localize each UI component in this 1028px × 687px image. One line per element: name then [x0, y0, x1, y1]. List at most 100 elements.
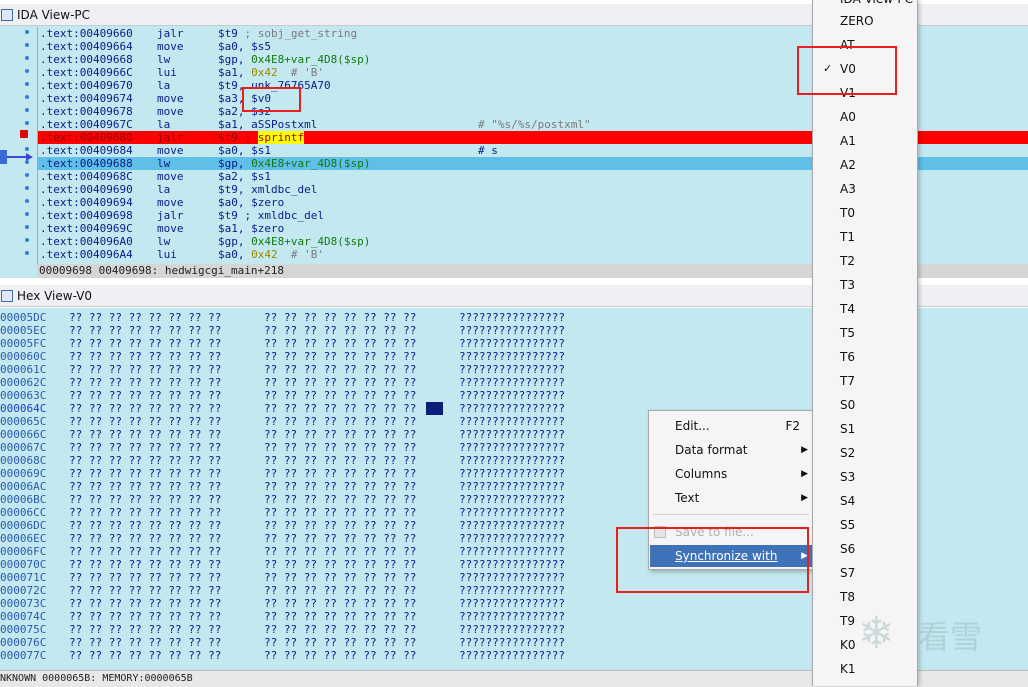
ida-view-icon	[1, 8, 13, 21]
gutter-dot-icon	[25, 95, 29, 99]
sync-item-t6[interactable]: T6	[813, 346, 917, 368]
sync-item-t4[interactable]: T4	[813, 298, 917, 320]
submenu-arrow-icon: ▶	[801, 445, 808, 455]
hex-row-bytes: ?? ?? ?? ?? ?? ?? ?? ??	[69, 389, 222, 402]
sync-item-ida-view[interactable]: IDA View-PC	[813, 0, 917, 10]
sync-item-label: T4	[840, 302, 855, 316]
hex-row-address: 00006CC	[0, 506, 47, 519]
hex-row-ascii: ????????????????	[459, 532, 565, 545]
hex-row-ascii: ????????????????	[459, 545, 565, 558]
asm-comment: ; sobj_get_string	[244, 27, 358, 40]
sync-item-label: T0	[840, 206, 855, 220]
menu-item-data-format[interactable]: Data format ▶	[650, 439, 812, 461]
hex-row-bytes: ?? ?? ?? ?? ?? ?? ?? ??	[264, 402, 417, 415]
selected-byte-cursor	[426, 402, 443, 415]
hex-row-bytes: ?? ?? ?? ?? ?? ?? ?? ??	[264, 389, 417, 402]
hex-row-bytes: ?? ?? ?? ?? ?? ?? ?? ??	[264, 480, 417, 493]
hex-row-bytes: ?? ?? ?? ?? ?? ?? ?? ??	[69, 610, 222, 623]
sync-item-t5[interactable]: T5	[813, 322, 917, 344]
hex-row-address: 000069C	[0, 467, 47, 480]
sync-item-zero[interactable]: ZERO	[813, 10, 917, 32]
disassembly-gutter[interactable]	[0, 26, 37, 278]
gutter-dot-icon	[25, 30, 29, 34]
hex-row-ascii: ????????????????	[459, 363, 565, 376]
sync-item-t3[interactable]: T3	[813, 274, 917, 296]
sync-item-t7[interactable]: T7	[813, 370, 917, 392]
synchronize-register-submenu[interactable]: IDA View-PC ZEROAT✓V0V1A0A1A2A3T0T1T2T3T…	[812, 0, 918, 686]
sync-item-label: ZERO	[840, 14, 874, 28]
hex-row-ascii: ????????????????	[459, 649, 565, 662]
annotation-box-synchronize	[616, 527, 809, 593]
hex-row-ascii: ????????????????	[459, 584, 565, 597]
hex-row-bytes: ?? ?? ?? ?? ?? ?? ?? ??	[69, 480, 222, 493]
hex-row-ascii: ????????????????	[459, 610, 565, 623]
hex-row-bytes: ?? ?? ?? ?? ?? ?? ?? ??	[69, 597, 222, 610]
hex-row-bytes: ?? ?? ?? ?? ?? ?? ?? ??	[69, 545, 222, 558]
menu-item-text[interactable]: Text ▶	[650, 487, 812, 509]
hex-row-bytes: ?? ?? ?? ?? ?? ?? ?? ??	[69, 415, 222, 428]
hex-row-address: 00006BC	[0, 493, 47, 506]
sync-item-s6[interactable]: S6	[813, 538, 917, 560]
gutter-dot-icon	[25, 108, 29, 112]
hex-row-bytes: ?? ?? ?? ?? ?? ?? ?? ??	[69, 519, 222, 532]
hex-row-bytes: ?? ?? ?? ?? ?? ?? ?? ??	[264, 506, 417, 519]
sync-item-t0[interactable]: T0	[813, 202, 917, 224]
hex-row-ascii: ????????????????	[459, 324, 565, 337]
hex-row-bytes: ?? ?? ?? ?? ?? ?? ?? ??	[264, 636, 417, 649]
hex-row-address: 000066C	[0, 428, 47, 441]
sync-item-label: T2	[840, 254, 855, 268]
hex-row-address: 000064C	[0, 402, 47, 415]
hex-row-bytes: ?? ?? ?? ?? ?? ?? ?? ??	[69, 376, 222, 389]
sync-item-s0[interactable]: S0	[813, 394, 917, 416]
sync-item-label: T1	[840, 230, 855, 244]
hex-row-address: 00006DC	[0, 519, 47, 532]
sync-item-a0[interactable]: A0	[813, 106, 917, 128]
sync-item-t1[interactable]: T1	[813, 226, 917, 248]
gutter-dot-icon	[25, 212, 29, 216]
hex-row-bytes: ?? ?? ?? ?? ?? ?? ?? ??	[69, 649, 222, 662]
sync-item-label: K1	[840, 662, 856, 676]
gutter-dot-icon	[25, 43, 29, 47]
sync-item-label: T8	[840, 590, 855, 604]
hex-row-ascii: ????????????????	[459, 454, 565, 467]
hex-row-bytes: ?? ?? ?? ?? ?? ?? ?? ??	[69, 363, 222, 376]
sync-item-label: A1	[840, 134, 856, 148]
hex-row-address: 000072C	[0, 584, 47, 597]
sync-item-a3[interactable]: A3	[813, 178, 917, 200]
sync-item-a2[interactable]: A2	[813, 154, 917, 176]
sync-item-label: S0	[840, 398, 856, 412]
sync-item-s4[interactable]: S4	[813, 490, 917, 512]
hex-row-bytes: ?? ?? ?? ?? ?? ?? ?? ??	[264, 558, 417, 571]
menu-item-columns[interactable]: Columns ▶	[650, 463, 812, 485]
hex-row-bytes: ?? ?? ?? ?? ?? ?? ?? ??	[264, 454, 417, 467]
sync-item-a1[interactable]: A1	[813, 130, 917, 152]
ida-view-title: IDA View-PC	[17, 7, 91, 22]
hex-row-address: 00006EC	[0, 532, 47, 545]
hex-row-bytes: ?? ?? ?? ?? ?? ?? ?? ??	[264, 337, 417, 350]
hex-row-bytes: ?? ?? ?? ?? ?? ?? ?? ??	[264, 363, 417, 376]
hex-row-bytes: ?? ?? ?? ?? ?? ?? ?? ??	[69, 454, 222, 467]
sync-item-s7[interactable]: S7	[813, 562, 917, 584]
hex-row-ascii: ????????????????	[459, 597, 565, 610]
hex-view-title: Hex View-V0	[17, 288, 93, 303]
hex-row-bytes: ?? ?? ?? ?? ?? ?? ?? ??	[69, 337, 222, 350]
hex-row-address: 000073C	[0, 597, 47, 610]
hex-row-bytes: ?? ?? ?? ?? ?? ?? ?? ??	[264, 350, 417, 363]
sync-item-t2[interactable]: T2	[813, 250, 917, 272]
hex-row-address: 00006AC	[0, 480, 47, 493]
sync-item-s5[interactable]: S5	[813, 514, 917, 536]
breakpoint-icon[interactable]	[20, 130, 28, 138]
gutter-dot-icon	[25, 173, 29, 177]
sync-item-label: S3	[840, 470, 856, 484]
sync-item-label: S2	[840, 446, 856, 460]
sync-item-s1[interactable]: S1	[813, 418, 917, 440]
menu-separator	[653, 514, 809, 515]
sync-item-s3[interactable]: S3	[813, 466, 917, 488]
sync-item-label: A2	[840, 158, 856, 172]
sync-item-s2[interactable]: S2	[813, 442, 917, 464]
sync-item-label: S4	[840, 494, 856, 508]
hex-row-bytes: ?? ?? ?? ?? ?? ?? ?? ??	[69, 467, 222, 480]
sync-item-label: S7	[840, 566, 856, 580]
menu-item-edit[interactable]: Edit... F2	[650, 415, 812, 437]
hex-row-ascii: ????????????????	[459, 389, 565, 402]
